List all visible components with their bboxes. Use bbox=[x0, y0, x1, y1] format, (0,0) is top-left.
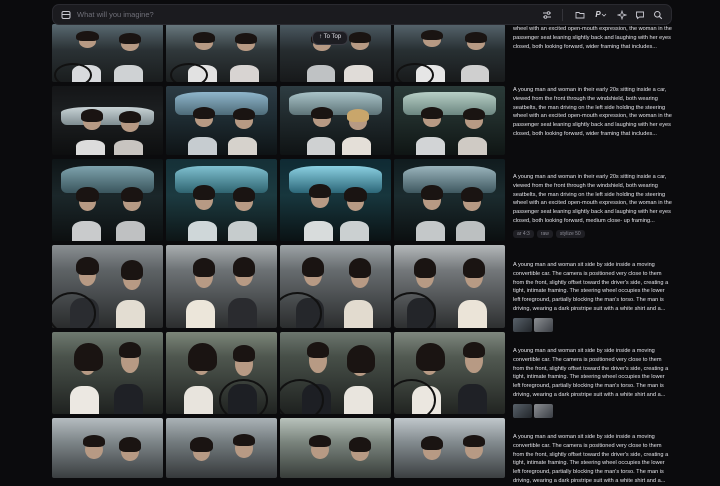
image-thumbnail[interactable] bbox=[166, 159, 277, 241]
reference-image-thumbnail[interactable] bbox=[534, 403, 553, 418]
prompt-text: A young man and woman sit side by side i… bbox=[513, 434, 669, 484]
prompt-entry[interactable]: A young man and woman in their early 20s… bbox=[513, 173, 673, 238]
image-thumbnail[interactable] bbox=[166, 245, 277, 328]
image-thumbnail[interactable] bbox=[394, 245, 505, 328]
image-thumbnail[interactable] bbox=[394, 332, 505, 414]
toolbar-divider bbox=[562, 8, 563, 21]
arrow-up-icon: ↑ bbox=[319, 34, 322, 40]
image-row bbox=[52, 245, 506, 328]
to-top-label: To Top bbox=[323, 34, 342, 40]
image-row bbox=[52, 86, 506, 155]
image-thumbnail[interactable] bbox=[52, 418, 163, 478]
image-thumbnail[interactable] bbox=[394, 418, 505, 478]
parameter-tag[interactable]: ar 4:3 bbox=[513, 229, 534, 238]
image-thumbnail[interactable] bbox=[280, 159, 391, 241]
prompt-entry[interactable]: wheel with an excited open-mouth express… bbox=[513, 25, 673, 51]
image-thumbnail[interactable] bbox=[280, 86, 391, 155]
image-upload-icon[interactable] bbox=[61, 10, 71, 20]
image-row bbox=[52, 24, 506, 82]
prompt-text: wheel with an excited open-mouth express… bbox=[513, 26, 672, 50]
prompt-entry[interactable]: A young man and woman sit side by side i… bbox=[513, 347, 673, 418]
image-thumbnail[interactable] bbox=[166, 418, 277, 478]
image-thumbnail[interactable] bbox=[280, 418, 391, 478]
prompt-text: A young man and woman in their early 20s… bbox=[513, 174, 672, 224]
prompt-bar: P bbox=[52, 4, 672, 25]
image-thumbnail[interactable] bbox=[166, 332, 277, 414]
prompt-entry[interactable]: A young man and woman in their early 20s… bbox=[513, 86, 673, 139]
reference-images bbox=[513, 317, 673, 332]
settings-sliders-icon[interactable] bbox=[540, 8, 554, 22]
prompt-text: A young man and woman in their early 20s… bbox=[513, 87, 672, 137]
image-row bbox=[52, 418, 506, 478]
parameter-tags: ar 4:3 raw stylize 50 bbox=[513, 229, 673, 238]
image-thumbnail[interactable] bbox=[280, 245, 391, 328]
to-top-button[interactable]: ↑ To Top bbox=[312, 31, 349, 45]
parameter-tag[interactable]: stylize 50 bbox=[555, 229, 585, 238]
reference-image-thumbnail[interactable] bbox=[513, 317, 532, 332]
prompt-text: A young man and woman sit side by side i… bbox=[513, 348, 669, 398]
toolbar-actions: P bbox=[569, 8, 665, 22]
reference-image-thumbnail[interactable] bbox=[534, 317, 553, 332]
image-thumbnail[interactable] bbox=[166, 86, 277, 155]
search-icon[interactable] bbox=[651, 8, 665, 22]
image-thumbnail[interactable] bbox=[52, 332, 163, 414]
image-thumbnail[interactable] bbox=[52, 86, 163, 155]
image-thumbnail[interactable] bbox=[280, 332, 391, 414]
prompt-input[interactable] bbox=[77, 10, 536, 19]
prompt-entry[interactable]: A young man and woman sit side by side i… bbox=[513, 261, 673, 332]
parameter-tag[interactable]: raw bbox=[536, 229, 553, 238]
prompt-entry[interactable]: A young man and woman sit side by side i… bbox=[513, 433, 673, 486]
chevron-down-icon bbox=[601, 13, 606, 17]
reference-image-thumbnail[interactable] bbox=[513, 403, 532, 418]
chat-icon[interactable] bbox=[633, 8, 647, 22]
personalize-button[interactable]: P bbox=[591, 8, 611, 22]
image-row bbox=[52, 332, 506, 414]
image-grid bbox=[52, 24, 506, 482]
sparkle-icon[interactable] bbox=[615, 8, 629, 22]
image-thumbnail[interactable] bbox=[52, 24, 163, 82]
image-thumbnail[interactable] bbox=[52, 159, 163, 241]
image-thumbnail[interactable] bbox=[394, 86, 505, 155]
image-thumbnail[interactable] bbox=[394, 24, 505, 82]
folder-icon[interactable] bbox=[573, 8, 587, 22]
image-row bbox=[52, 159, 506, 241]
image-thumbnail[interactable] bbox=[394, 159, 505, 241]
image-thumbnail[interactable] bbox=[52, 245, 163, 328]
image-thumbnail[interactable] bbox=[166, 24, 277, 82]
reference-images bbox=[513, 403, 673, 418]
prompt-text: A young man and woman sit side by side i… bbox=[513, 262, 669, 312]
